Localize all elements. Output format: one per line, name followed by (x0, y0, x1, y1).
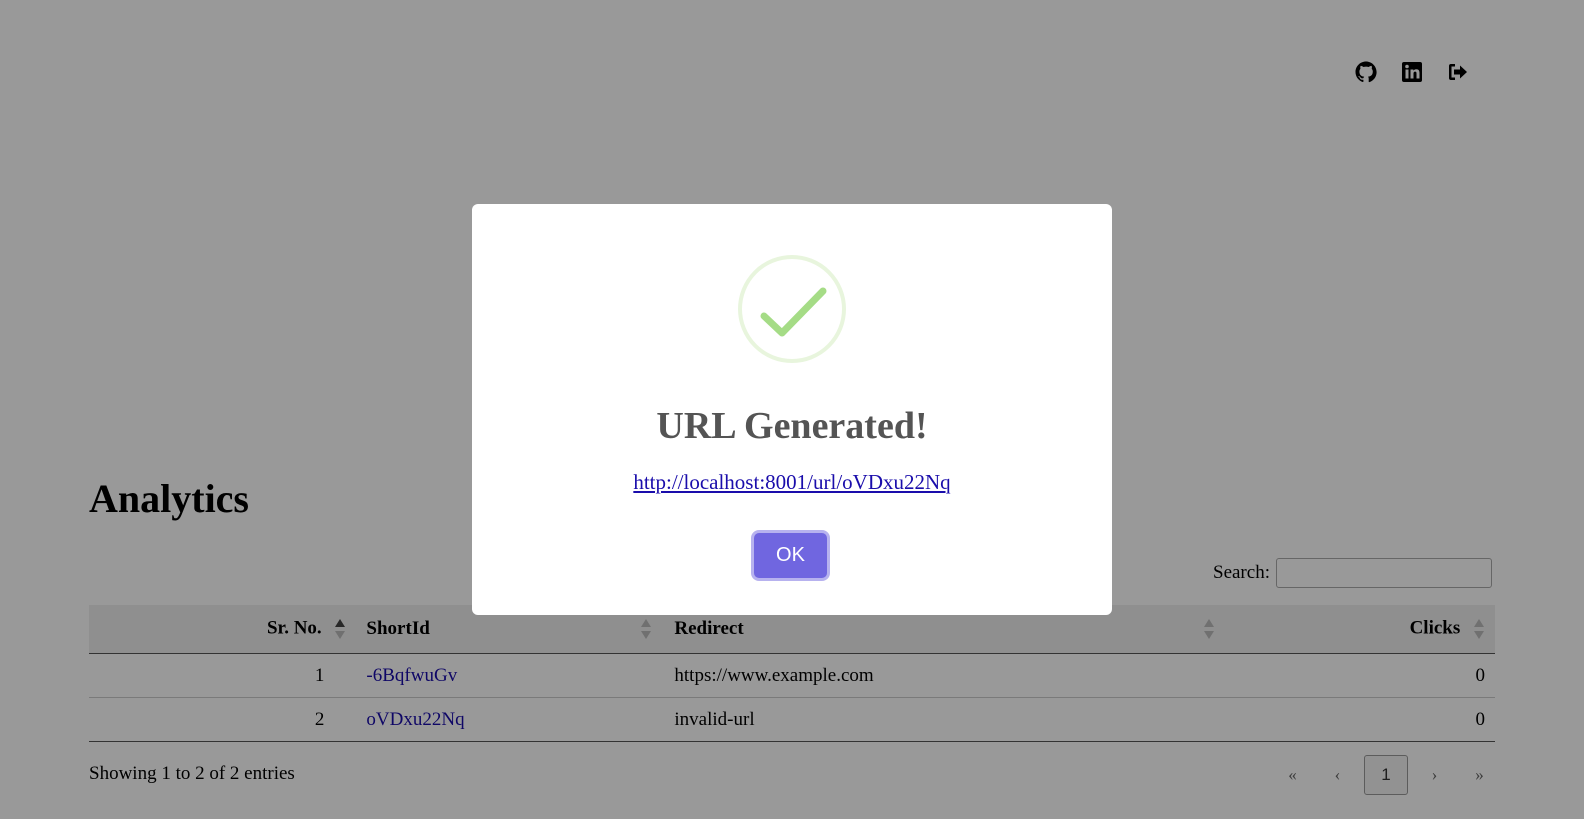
modal-title: URL Generated! (656, 405, 928, 447)
generated-url-link[interactable]: http://localhost:8001/url/oVDxu22Nq (472, 470, 1112, 495)
ok-button[interactable]: OK (754, 533, 827, 578)
success-check-icon (738, 255, 846, 363)
success-modal: URL Generated! http://localhost:8001/url… (472, 204, 1112, 615)
